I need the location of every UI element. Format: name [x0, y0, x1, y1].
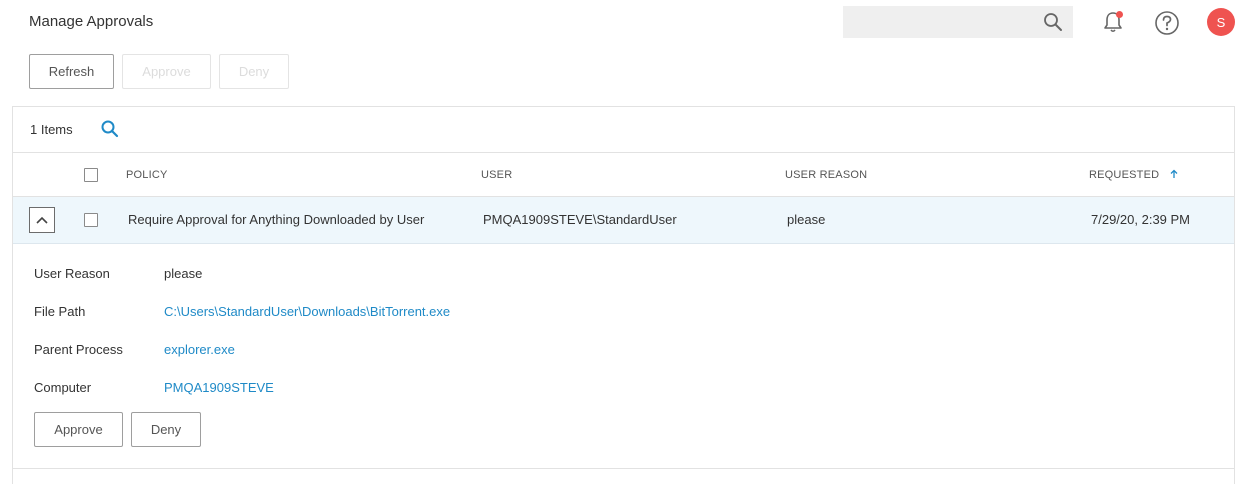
detail-deny-button[interactable]: Deny — [131, 412, 201, 447]
approvals-panel: 1 Items POLICY USER USER REASON REQUESTE… — [12, 106, 1235, 484]
row-user: PMQA1909STEVE\StandardUser — [483, 212, 677, 227]
search-input[interactable] — [843, 6, 1073, 38]
detail-user-reason-value: please — [164, 266, 203, 281]
table-row[interactable]: Require Approval for Anything Downloaded… — [13, 197, 1234, 244]
notification-dot — [1116, 11, 1123, 18]
notification-bell-icon[interactable] — [1101, 10, 1125, 34]
detail-parent-process-label: Parent Process — [34, 342, 123, 357]
column-header-requested[interactable]: REQUESTED — [1089, 169, 1179, 181]
detail-file-path-label: File Path — [34, 304, 86, 319]
column-header-user[interactable]: USER — [481, 169, 512, 181]
chevron-up-icon — [36, 216, 48, 224]
row-user-reason: please — [787, 212, 826, 227]
page-title: Manage Approvals — [29, 13, 154, 30]
approve-button[interactable]: Approve — [122, 54, 211, 89]
collapse-row-button[interactable] — [29, 207, 55, 233]
global-search[interactable] — [843, 6, 1073, 38]
divider — [13, 468, 1234, 469]
items-count: 1 Items — [30, 122, 73, 137]
search-icon[interactable] — [1043, 12, 1063, 32]
filter-search-icon[interactable] — [100, 119, 120, 139]
detail-parent-process-link[interactable]: explorer.exe — [164, 342, 235, 357]
avatar[interactable]: S — [1207, 8, 1235, 36]
detail-file-path-link[interactable]: C:\Users\StandardUser\Downloads\BitTorre… — [164, 304, 450, 319]
refresh-button[interactable]: Refresh — [29, 54, 114, 89]
help-icon[interactable] — [1154, 10, 1180, 36]
select-all-checkbox[interactable] — [84, 168, 98, 182]
column-header-user-reason[interactable]: USER REASON — [785, 169, 867, 181]
detail-computer-link[interactable]: PMQA1909STEVE — [164, 380, 274, 395]
column-header-requested-label: REQUESTED — [1089, 169, 1160, 181]
column-header-policy[interactable]: POLICY — [126, 169, 168, 181]
detail-approve-button[interactable]: Approve — [34, 412, 123, 447]
row-policy: Require Approval for Anything Downloaded… — [128, 212, 425, 227]
detail-user-reason-label: User Reason — [34, 266, 110, 281]
table-header: POLICY USER USER REASON REQUESTED — [13, 152, 1234, 197]
row-requested: 7/29/20, 2:39 PM — [1091, 212, 1191, 227]
deny-button[interactable]: Deny — [219, 54, 289, 89]
sort-ascending-icon[interactable] — [1169, 169, 1179, 179]
row-checkbox[interactable] — [84, 213, 98, 227]
detail-computer-label: Computer — [34, 380, 92, 395]
